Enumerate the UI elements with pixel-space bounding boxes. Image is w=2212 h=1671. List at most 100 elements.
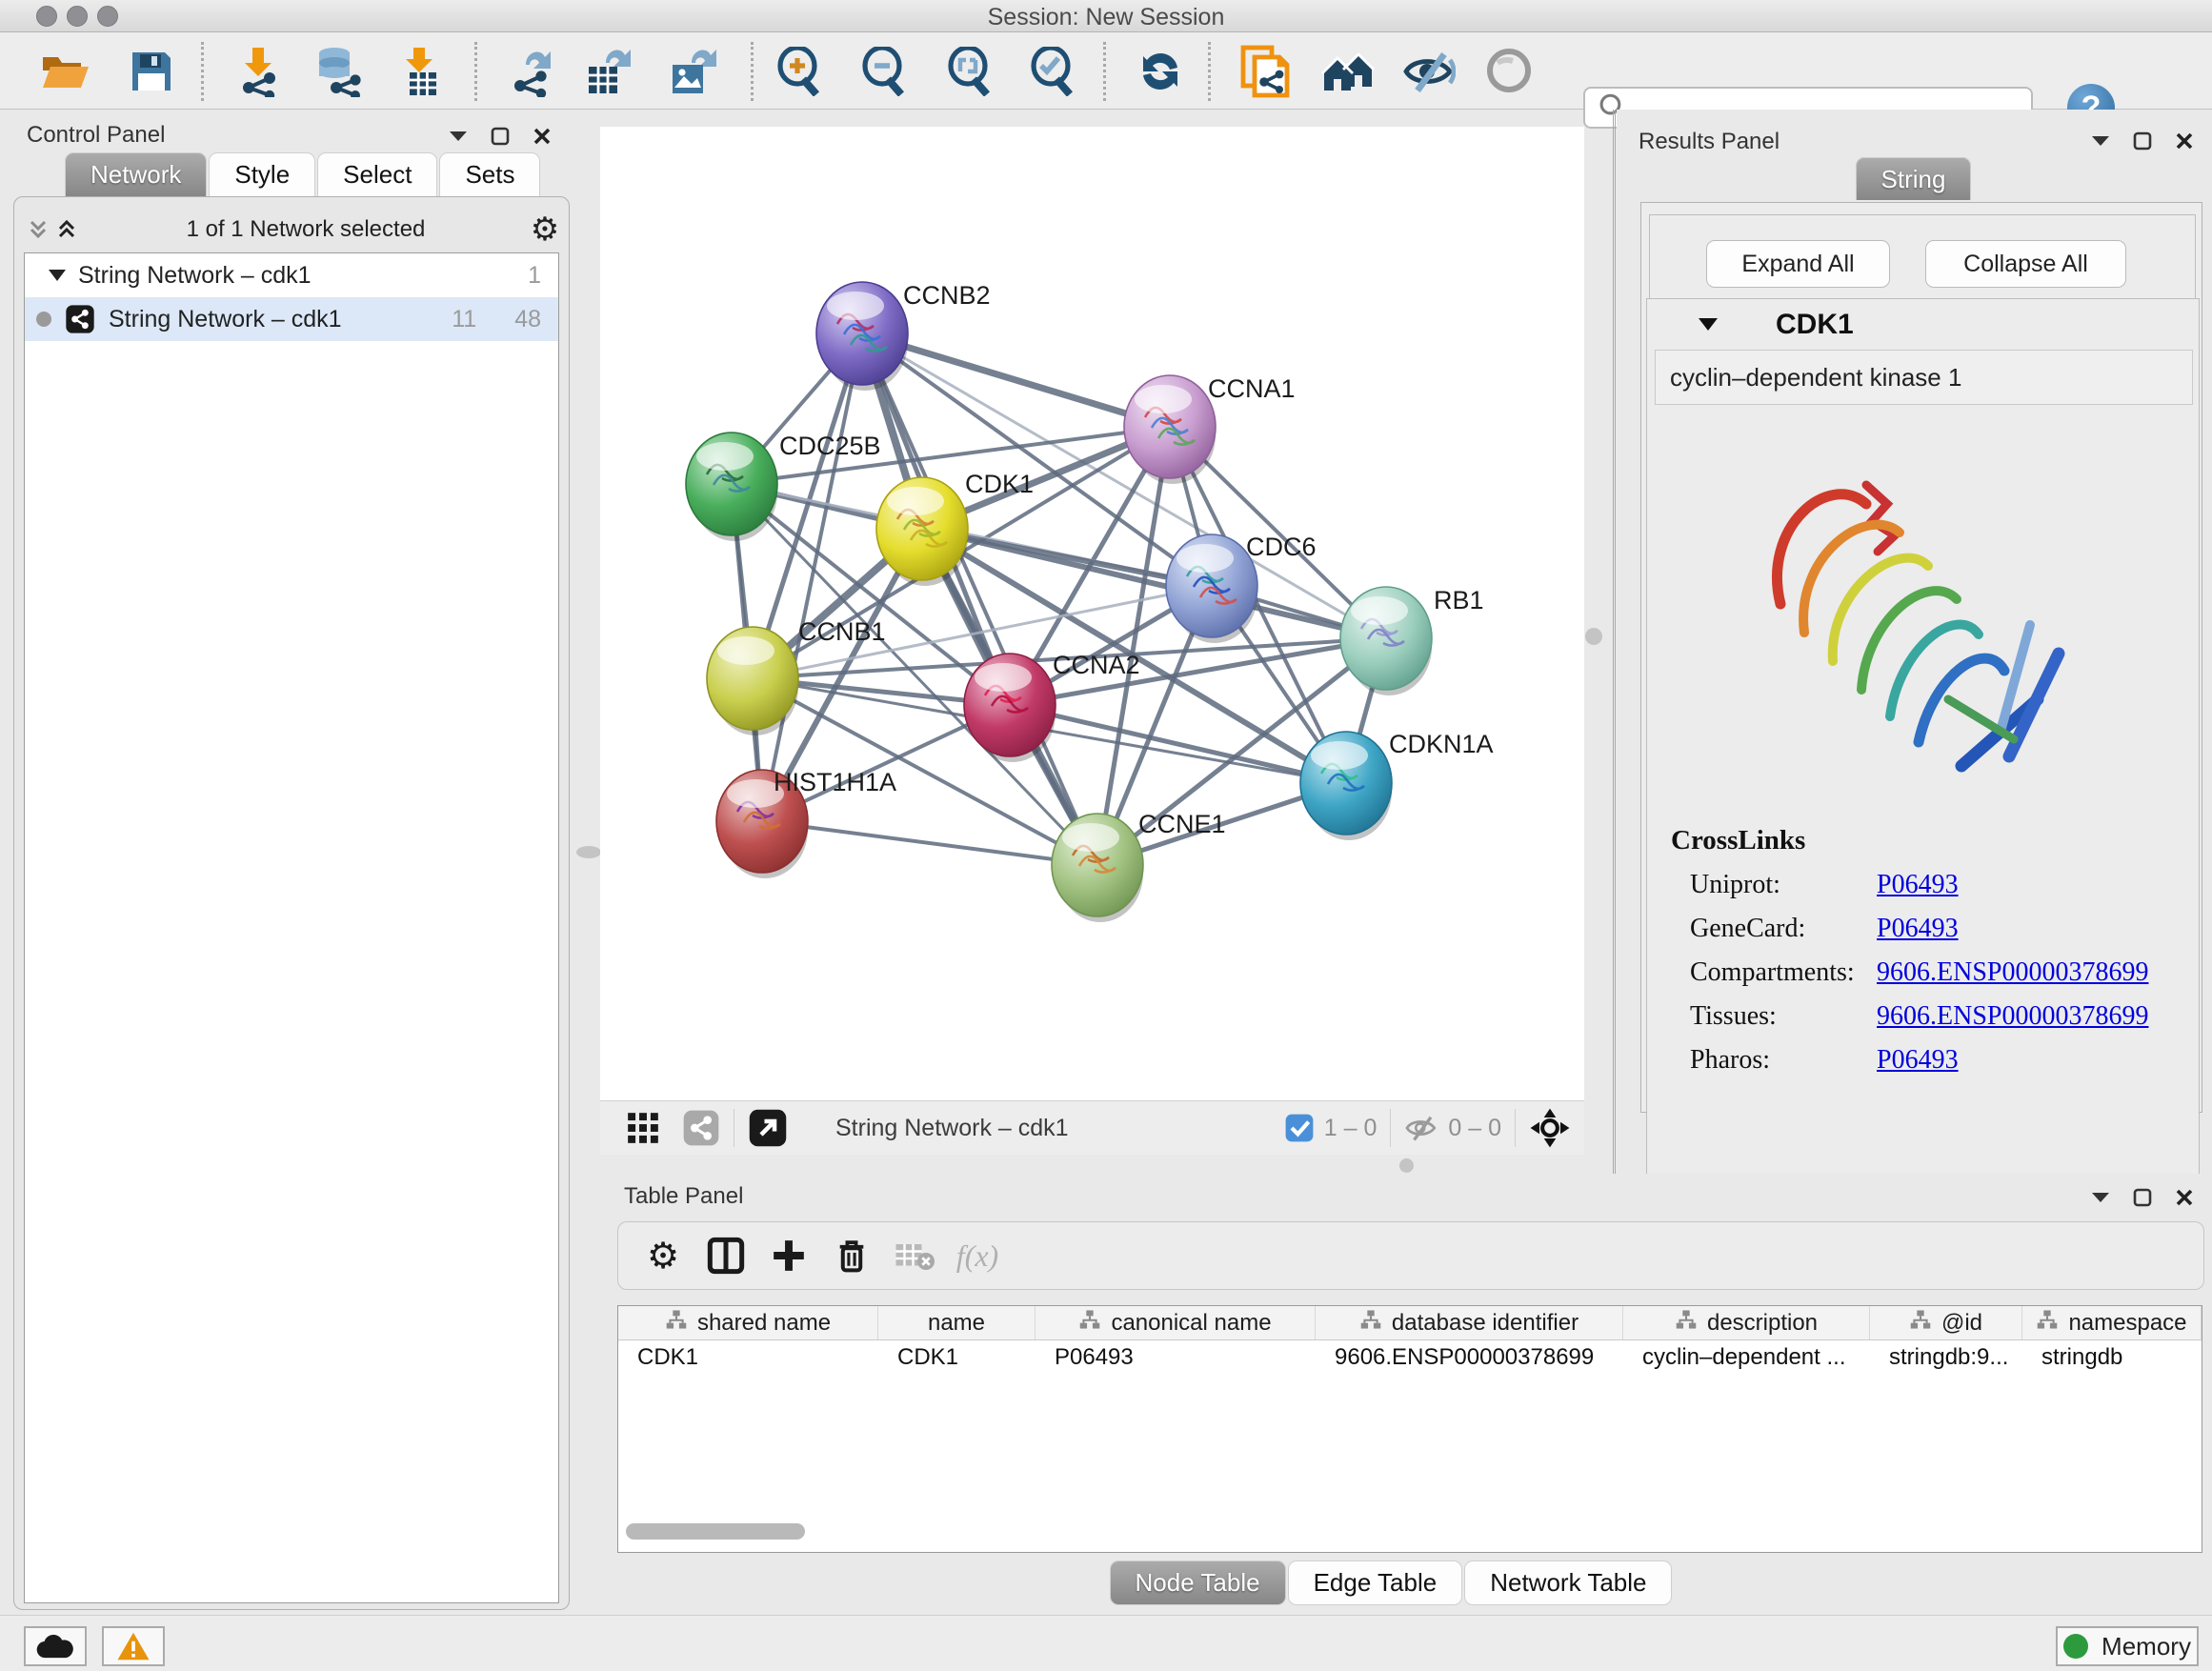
add-column-icon[interactable] bbox=[757, 1238, 820, 1274]
network-node-CCNA2[interactable]: CCNA2 bbox=[964, 651, 1140, 762]
column-header-label: shared name bbox=[697, 1310, 831, 1337]
network-edge-CCNB2-CCNA1[interactable] bbox=[862, 333, 1170, 427]
tree-expand-icon[interactable] bbox=[48, 269, 67, 282]
network-node-CDKN1A[interactable]: CDKN1A bbox=[1300, 730, 1494, 840]
panel-float-icon[interactable] bbox=[2128, 127, 2157, 155]
zoom-selected-button[interactable] bbox=[1025, 44, 1080, 99]
import-table-button[interactable] bbox=[392, 44, 448, 99]
panel-close-icon[interactable] bbox=[2170, 1183, 2199, 1212]
panel-float-icon[interactable] bbox=[2128, 1183, 2157, 1212]
cloud-status-button[interactable] bbox=[24, 1626, 87, 1666]
panel-close-icon[interactable] bbox=[528, 122, 556, 151]
network-edge-HIST1H1A-CCNE1[interactable] bbox=[762, 821, 1097, 865]
hide-unhide-button[interactable] bbox=[1401, 44, 1457, 99]
right-splitter-handle[interactable] bbox=[1585, 628, 1602, 645]
expand-all-button[interactable]: Expand All bbox=[1706, 240, 1890, 288]
detach-view-icon[interactable] bbox=[748, 1108, 788, 1148]
table-options-gear-icon[interactable]: ⚙ bbox=[632, 1235, 694, 1278]
export-image-button[interactable] bbox=[665, 44, 720, 99]
left-splitter-handle[interactable] bbox=[576, 846, 601, 858]
show-all-views-button[interactable] bbox=[1320, 44, 1376, 99]
zoom-fit-button[interactable] bbox=[942, 44, 997, 99]
grid-view-icon[interactable] bbox=[625, 1110, 661, 1146]
panel-menu-icon[interactable] bbox=[444, 122, 473, 151]
import-network-file-button[interactable] bbox=[231, 44, 287, 99]
network-panel-box: 1 of 1 Network selected ⚙ String Network… bbox=[13, 196, 570, 1610]
tab-edge-table[interactable]: Edge Table bbox=[1288, 1560, 1463, 1605]
delete-table-icon[interactable] bbox=[883, 1239, 946, 1272]
panel-menu-icon[interactable] bbox=[2086, 127, 2115, 155]
network-canvas[interactable]: CCNB2CCNA1CDC25BCDK1CDC6RB1CCNB1CCNA2CDK… bbox=[600, 127, 1584, 1100]
network-node-CDC6[interactable]: CDC6 bbox=[1166, 533, 1317, 643]
tab-node-table[interactable]: Node Table bbox=[1110, 1560, 1286, 1605]
column-type-icon bbox=[1675, 1309, 1698, 1337]
export-table-button[interactable] bbox=[581, 44, 636, 99]
column-header-shared-name[interactable]: shared name bbox=[618, 1306, 878, 1339]
export-network-button[interactable] bbox=[505, 44, 560, 99]
results-tab-string[interactable]: String bbox=[1856, 165, 1974, 194]
protein-section-header[interactable]: CDK1 bbox=[1647, 299, 2199, 350]
import-network-database-button[interactable] bbox=[311, 44, 366, 99]
horizontal-scrollbar-thumb[interactable] bbox=[626, 1523, 805, 1540]
birdseye-crosshair-icon[interactable] bbox=[1529, 1107, 1571, 1149]
tab-select[interactable]: Select bbox=[317, 152, 437, 196]
network-edge-CCNA2-CDKN1A[interactable] bbox=[1010, 705, 1346, 783]
tab-style[interactable]: Style bbox=[209, 152, 315, 196]
network-node-CDK1[interactable]: CDK1 bbox=[876, 470, 1034, 586]
inspect-view-button[interactable] bbox=[1482, 44, 1538, 99]
open-session-button[interactable] bbox=[38, 44, 93, 99]
column-header-canonical-name[interactable]: canonical name bbox=[1036, 1306, 1316, 1339]
panel-float-icon[interactable] bbox=[486, 122, 514, 151]
zoom-out-button[interactable] bbox=[856, 44, 912, 99]
column-header-namespace[interactable]: namespace bbox=[2022, 1306, 2202, 1339]
table-cell[interactable]: P06493 bbox=[1036, 1340, 1316, 1375]
network-options-gear-icon[interactable]: ⚙ bbox=[531, 215, 559, 244]
warnings-button[interactable] bbox=[102, 1626, 165, 1666]
tab-sets[interactable]: Sets bbox=[439, 152, 540, 196]
column-header--id[interactable]: @id bbox=[1870, 1306, 2022, 1339]
panel-menu-icon[interactable] bbox=[2086, 1183, 2115, 1212]
column-header-database-identifier[interactable]: database identifier bbox=[1316, 1306, 1623, 1339]
table-cell[interactable]: CDK1 bbox=[618, 1340, 878, 1375]
section-collapse-icon[interactable] bbox=[1698, 317, 1719, 332]
collapse-all-button[interactable]: Collapse All bbox=[1925, 240, 2126, 288]
table-row[interactable]: CDK1CDK1P064939606.ENSP00000378699cyclin… bbox=[618, 1340, 2202, 1375]
crosslink-link[interactable]: P06493 bbox=[1877, 914, 1959, 944]
crosslink-link[interactable]: 9606.ENSP00000378699 bbox=[1877, 957, 2148, 988]
table-cell[interactable]: 9606.ENSP00000378699 bbox=[1316, 1340, 1623, 1375]
crosslink-link[interactable]: P06493 bbox=[1877, 1045, 1959, 1076]
panel-divider[interactable] bbox=[1613, 110, 1616, 1174]
network-collection-row[interactable]: String Network – cdk1 1 bbox=[25, 253, 558, 297]
tab-network-table[interactable]: Network Table bbox=[1464, 1560, 1672, 1605]
table-cell[interactable]: stringdb bbox=[2022, 1340, 2202, 1375]
function-builder-icon[interactable]: f(x) bbox=[946, 1238, 1009, 1274]
network-node-CCNB2[interactable]: CCNB2 bbox=[816, 281, 991, 391]
table-cell[interactable]: stringdb:9... bbox=[1870, 1340, 2022, 1375]
network-row[interactable]: String Network – cdk1 11 48 bbox=[25, 297, 558, 341]
column-header-name[interactable]: name bbox=[878, 1306, 1036, 1339]
show-column-panel-icon[interactable] bbox=[694, 1237, 757, 1275]
memory-button[interactable]: Memory bbox=[2056, 1626, 2199, 1666]
tab-network[interactable]: Network bbox=[65, 152, 207, 196]
bottom-splitter-handle[interactable] bbox=[1399, 1158, 1414, 1173]
table-cell[interactable]: CDK1 bbox=[878, 1340, 1036, 1375]
column-header-description[interactable]: description bbox=[1623, 1306, 1870, 1339]
apply-layout-button[interactable] bbox=[1133, 44, 1188, 99]
network-view-icon[interactable] bbox=[682, 1109, 720, 1147]
network-edge-CCNB2-CCNE1[interactable] bbox=[862, 333, 1097, 865]
save-session-button[interactable] bbox=[124, 44, 179, 99]
selected-checkbox-icon[interactable] bbox=[1284, 1113, 1315, 1143]
crosslink-link[interactable]: P06493 bbox=[1877, 870, 1959, 900]
clone-network-button[interactable] bbox=[1237, 44, 1293, 99]
network-node-RB1[interactable]: RB1 bbox=[1340, 586, 1484, 695]
expand-all-icon[interactable] bbox=[52, 215, 81, 244]
crosslink-link[interactable]: 9606.ENSP00000378699 bbox=[1877, 1001, 2148, 1032]
panel-close-icon[interactable] bbox=[2170, 127, 2199, 155]
network-node-HIST1H1A[interactable]: HIST1H1A bbox=[716, 768, 896, 878]
delete-column-icon[interactable] bbox=[820, 1237, 883, 1275]
network-node-CCNE1[interactable]: CCNE1 bbox=[1052, 810, 1226, 922]
collapse-all-icon[interactable] bbox=[24, 215, 52, 244]
table-cell[interactable]: cyclin–dependent ... bbox=[1623, 1340, 1870, 1375]
crosslink-row: Compartments:9606.ENSP00000378699 bbox=[1647, 957, 2199, 988]
zoom-in-button[interactable] bbox=[772, 44, 827, 99]
